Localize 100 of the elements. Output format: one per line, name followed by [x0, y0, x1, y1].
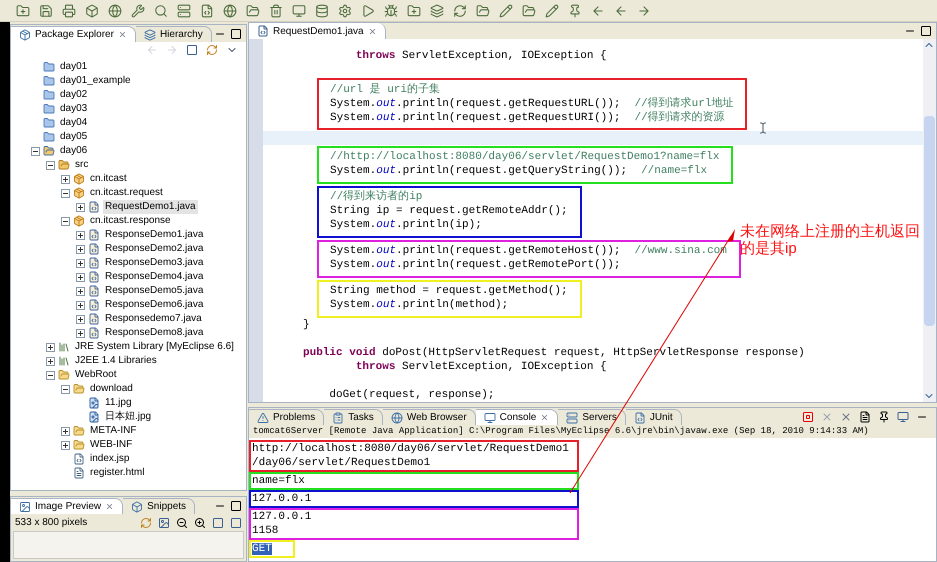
tree-item[interactable]: day05	[58, 130, 90, 144]
collapse-toggle[interactable]	[61, 188, 70, 198]
toolbar-icon[interactable]	[453, 4, 467, 18]
tree-item[interactable]: day01	[58, 60, 90, 74]
collapse-toggle[interactable]	[61, 216, 70, 226]
terminate-icon[interactable]	[802, 410, 814, 422]
close-icon[interactable]	[105, 502, 114, 511]
tree-item[interactable]: JRE System Library [MyEclipse 6.6]	[73, 340, 236, 354]
toolbar-icon[interactable]	[315, 4, 329, 18]
tree-item[interactable]: ResponseDemo8.java	[103, 326, 206, 340]
view-tab[interactable]: Hierarchy	[136, 26, 212, 42]
toolbar-icon[interactable]	[131, 4, 145, 18]
tree-item[interactable]: RequestDemo1.java	[103, 200, 198, 214]
tree-item[interactable]: 11.jpg	[103, 396, 134, 410]
zoom-in-icon[interactable]	[194, 516, 206, 528]
collapse-all-icon[interactable]	[186, 44, 198, 56]
view-tab[interactable]: Package Explorer	[11, 26, 136, 42]
actual-size-icon[interactable]	[212, 516, 224, 528]
tree-item[interactable]: day02	[58, 88, 90, 102]
tree-item[interactable]: day06	[58, 144, 90, 158]
maximize-icon[interactable]	[230, 500, 242, 512]
expand-toggle[interactable]	[46, 356, 55, 366]
toolbar-icon[interactable]	[246, 4, 260, 18]
tree-item[interactable]: register.html	[88, 466, 146, 480]
toolbar-icon[interactable]	[108, 4, 122, 18]
tree-item[interactable]: WebRoot	[73, 368, 119, 382]
expand-toggle[interactable]	[76, 244, 85, 254]
toolbar-icon[interactable]	[637, 4, 651, 18]
tree-item[interactable]: Responsedemo7.java	[103, 312, 204, 326]
view-tab[interactable]: Snippets	[123, 498, 196, 514]
expand-toggle[interactable]	[76, 300, 85, 310]
expand-toggle[interactable]	[76, 258, 85, 268]
maximize-icon[interactable]	[920, 25, 932, 37]
expand-toggle[interactable]	[76, 328, 85, 338]
toolbar-icon[interactable]	[338, 4, 352, 18]
tree-item[interactable]: ResponseDemo6.java	[103, 298, 206, 312]
scroll-lock-icon[interactable]	[878, 410, 890, 422]
scroll-thumb[interactable]	[924, 116, 935, 326]
toolbar-icon[interactable]	[476, 4, 490, 18]
link-editor-icon[interactable]	[206, 44, 218, 56]
tree-item[interactable]: ResponseDemo1.java	[103, 228, 206, 242]
tree-item[interactable]: WEB-INF	[88, 438, 134, 452]
toolbar-icon[interactable]	[499, 4, 513, 18]
expand-toggle[interactable]	[76, 272, 85, 282]
tree-item[interactable]: index.jsp	[88, 452, 132, 466]
maximize-icon[interactable]	[230, 28, 242, 40]
toolbar-icon[interactable]	[361, 4, 375, 18]
close-icon[interactable]	[540, 413, 550, 422]
refresh-icon[interactable]	[140, 516, 152, 528]
tree-item[interactable]: cn.itcast.request	[88, 186, 165, 200]
view-tab[interactable]: JUnit	[626, 409, 682, 425]
toolbar-icon[interactable]	[177, 4, 191, 18]
expand-toggle[interactable]	[61, 174, 70, 184]
view-tab[interactable]: Servers	[558, 409, 626, 425]
tree-item[interactable]: day01_example	[58, 74, 133, 88]
toolbar-icon[interactable]	[269, 4, 283, 18]
toolbar-icon[interactable]	[384, 4, 398, 18]
toolbar-icon[interactable]	[545, 4, 559, 18]
image-icon[interactable]	[158, 516, 170, 528]
clear-console-icon[interactable]	[859, 410, 871, 422]
expand-toggle[interactable]	[76, 314, 85, 324]
tree-item[interactable]: J2EE 1.4 Libraries	[73, 354, 159, 368]
tree-item[interactable]: cn.itcast.response	[88, 214, 173, 228]
tree-item[interactable]: ResponseDemo3.java	[103, 256, 206, 270]
tree-item[interactable]: 日本妞.jpg	[103, 410, 154, 424]
tree-item[interactable]: ResponseDemo4.java	[103, 270, 206, 284]
toolbar-icon[interactable]	[430, 4, 444, 18]
toolbar-icon[interactable]	[62, 4, 76, 18]
toolbar-icon[interactable]	[407, 4, 421, 18]
collapse-toggle[interactable]	[61, 384, 70, 394]
collapse-toggle[interactable]	[31, 146, 40, 156]
close-icon[interactable]	[368, 26, 377, 36]
toolbar-icon[interactable]	[39, 4, 53, 18]
view-tab[interactable]: Tasks	[324, 409, 383, 425]
expand-toggle[interactable]	[76, 202, 85, 212]
tree-item[interactable]: src	[73, 158, 90, 172]
expand-toggle[interactable]	[61, 440, 70, 450]
remove-all-icon[interactable]	[840, 410, 852, 422]
fit-icon[interactable]	[230, 516, 242, 528]
expand-toggle[interactable]	[76, 286, 85, 296]
toolbar-icon[interactable]	[85, 4, 99, 18]
toolbar-icon[interactable]	[16, 4, 30, 18]
tree-item[interactable]: day03	[58, 102, 90, 116]
editor-tab[interactable]: RequestDemo1.java	[249, 23, 386, 39]
toolbar-icon[interactable]	[292, 4, 306, 18]
display-console-icon[interactable]	[897, 410, 909, 422]
vertical-scrollbar[interactable]	[923, 39, 936, 402]
expand-toggle[interactable]	[46, 342, 55, 352]
tree-item[interactable]: day04	[58, 116, 90, 130]
view-tab[interactable]: Problems	[249, 409, 324, 425]
collapse-toggle[interactable]	[46, 370, 55, 380]
view-tab[interactable]: Console	[476, 409, 558, 425]
tree-item[interactable]: cn.itcast	[88, 172, 129, 186]
toolbar-icon[interactable]	[568, 4, 582, 18]
collapse-toggle[interactable]	[46, 160, 55, 170]
close-icon[interactable]	[118, 30, 127, 39]
zoom-out-icon[interactable]	[176, 516, 188, 528]
view-tab[interactable]: Web Browser	[382, 409, 476, 425]
tree-item[interactable]: download	[88, 382, 135, 396]
toolbar-icon[interactable]	[223, 4, 237, 18]
